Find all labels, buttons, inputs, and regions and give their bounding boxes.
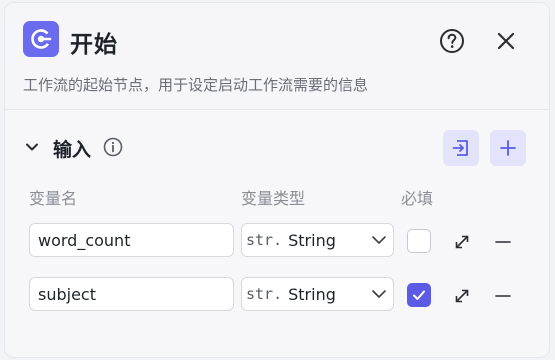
chevron-down-icon xyxy=(372,236,386,244)
start-node-panel: 开始 工作流的起始节点，用于设定启动工作流需要的信息 输入 变量名 变量类型 必… xyxy=(4,2,550,358)
page-title: 开始 xyxy=(70,32,118,58)
expand-icon xyxy=(455,235,469,249)
column-header-type: 变量类型 xyxy=(241,189,306,208)
minus-icon xyxy=(495,295,511,297)
column-header-required: 必填 xyxy=(401,189,434,208)
type-label: String xyxy=(288,230,336,250)
close-icon xyxy=(497,32,515,50)
collapse-toggle[interactable] xyxy=(21,136,43,158)
type-prefix: str. xyxy=(246,231,283,249)
variable-type-select[interactable]: str. String xyxy=(241,223,394,257)
input-section-title: 输入 xyxy=(53,139,92,161)
question-circle-icon xyxy=(440,29,464,53)
variable-name-input[interactable] xyxy=(29,277,234,311)
required-checkbox[interactable] xyxy=(407,229,431,253)
help-button[interactable] xyxy=(437,26,467,56)
node-description: 工作流的起始节点，用于设定启动工作流需要的信息 xyxy=(23,76,369,94)
plus-icon xyxy=(500,140,516,156)
expand-icon xyxy=(455,289,469,303)
chevron-down-icon xyxy=(372,290,386,298)
required-checkbox[interactable] xyxy=(407,283,431,307)
type-prefix: str. xyxy=(246,285,283,303)
check-icon xyxy=(413,290,425,300)
remove-variable-button[interactable] xyxy=(492,231,514,253)
import-icon xyxy=(452,140,468,156)
chevron-down-icon xyxy=(26,143,38,151)
type-label: String xyxy=(288,284,336,304)
remove-variable-button[interactable] xyxy=(492,285,514,307)
minus-icon xyxy=(495,241,511,243)
add-variable-button[interactable] xyxy=(490,130,526,166)
close-button[interactable] xyxy=(491,26,521,56)
expand-button[interactable] xyxy=(451,231,473,253)
variable-name-input[interactable] xyxy=(29,223,234,257)
expand-button[interactable] xyxy=(451,285,473,307)
variable-type-select[interactable]: str. String xyxy=(241,277,394,311)
start-node-icon xyxy=(23,21,59,57)
import-button[interactable] xyxy=(443,130,479,166)
column-header-name: 变量名 xyxy=(29,189,78,208)
info-circle-icon[interactable] xyxy=(102,136,124,158)
